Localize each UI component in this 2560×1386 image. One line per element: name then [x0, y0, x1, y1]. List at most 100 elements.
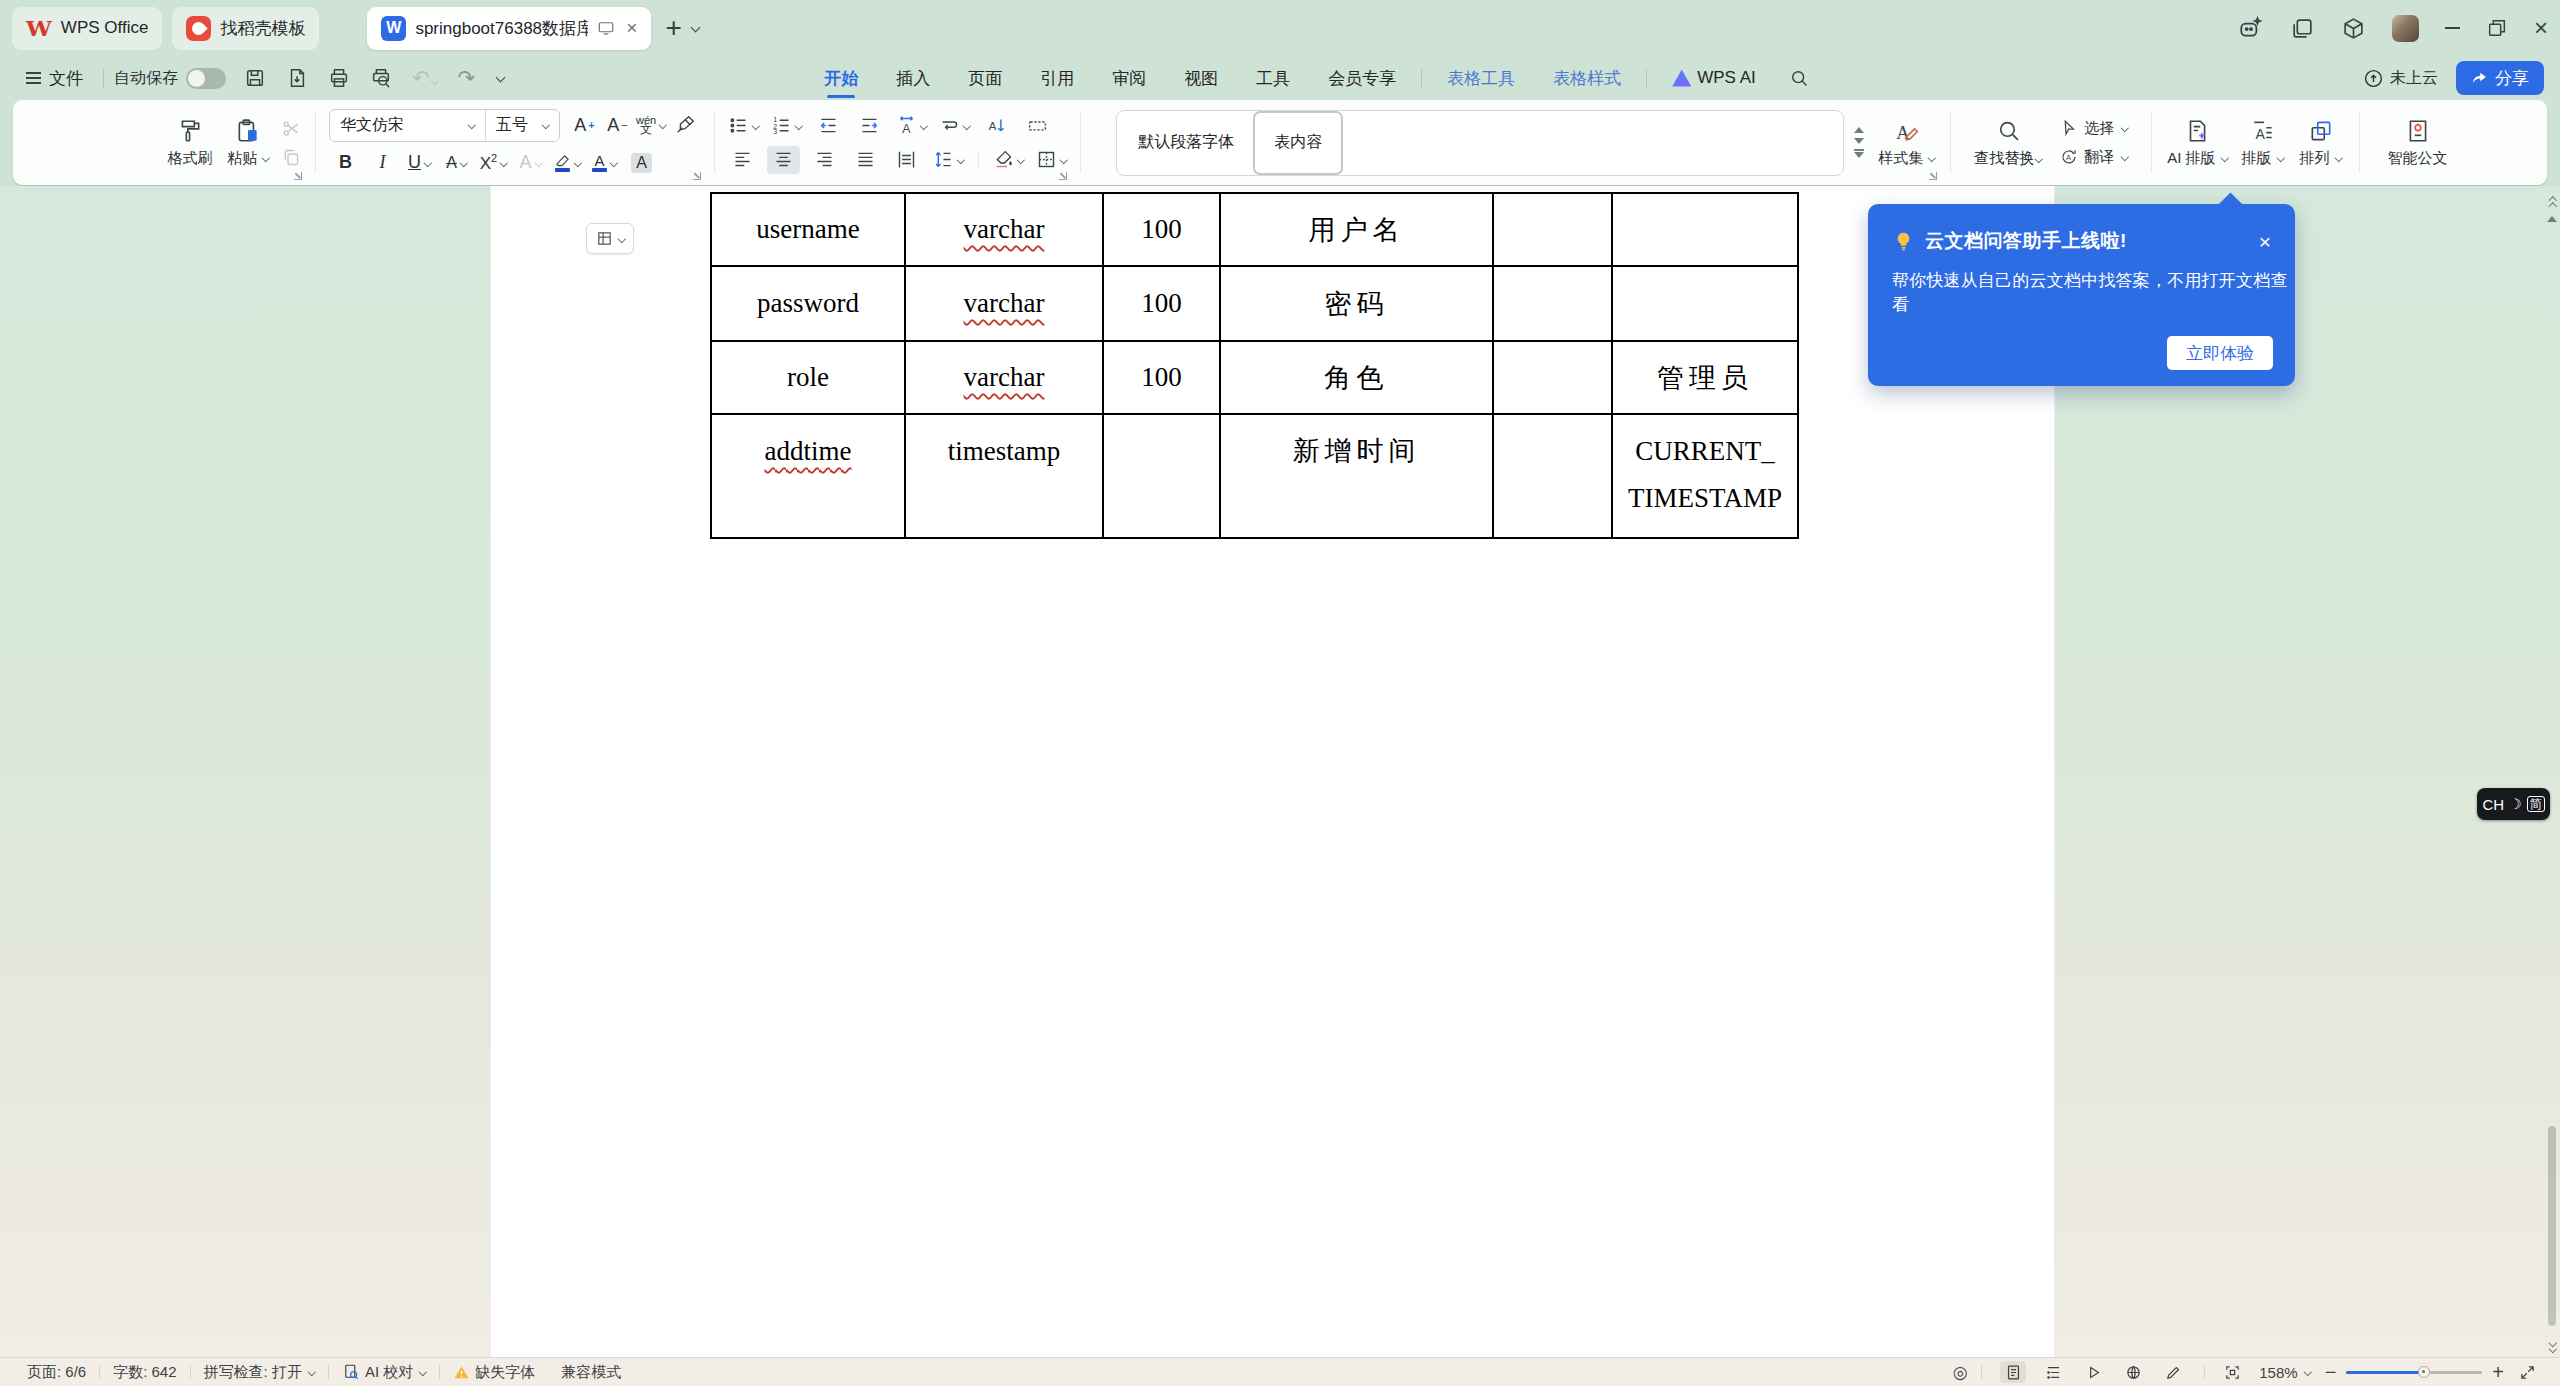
- file-menu-button[interactable]: 文件: [16, 67, 93, 90]
- decrease-indent-button[interactable]: [812, 112, 845, 140]
- ai-proofread[interactable]: AI 校对: [329, 1363, 439, 1382]
- shading-button[interactable]: [991, 146, 1026, 174]
- compat-mode[interactable]: 兼容模式: [548, 1363, 634, 1382]
- align-center-button[interactable]: [767, 146, 800, 174]
- table-cell[interactable]: timestamp: [905, 414, 1103, 538]
- export-pdf-button[interactable]: [286, 67, 308, 89]
- table-cell[interactable]: 100: [1103, 266, 1220, 341]
- cut-icon[interactable]: [281, 118, 302, 139]
- redo-button[interactable]: ↷: [458, 68, 476, 89]
- highlight-color-button[interactable]: [551, 149, 584, 177]
- print-preview-button[interactable]: [370, 67, 392, 89]
- workspace-cube-icon[interactable]: [2341, 16, 2366, 41]
- scrollbar-thumb[interactable]: [2548, 1126, 2556, 1326]
- numbered-list-button[interactable]: 123: [769, 112, 804, 140]
- font-color-button[interactable]: A: [588, 149, 621, 177]
- gallery-more-icon[interactable]: [1854, 149, 1864, 158]
- tab-tools[interactable]: 工具: [1237, 56, 1309, 100]
- tab-member[interactable]: 会员专享: [1309, 56, 1415, 100]
- page-view-button[interactable]: [2000, 1361, 2026, 1383]
- popup-cta-button[interactable]: 立即体验: [2167, 336, 2273, 370]
- select-button[interactable]: 选择: [2060, 119, 2128, 138]
- vertical-scrollbar[interactable]: [2544, 186, 2560, 1357]
- table-cell[interactable]: [1103, 414, 1220, 538]
- tab-table-style[interactable]: 表格样式: [1534, 56, 1640, 100]
- avatar[interactable]: [2392, 15, 2419, 42]
- outline-view-button[interactable]: [2040, 1361, 2066, 1383]
- tab-wps-home[interactable]: W WPS Office: [12, 7, 162, 50]
- table-cell[interactable]: 用户名: [1220, 193, 1493, 266]
- strikethrough-button[interactable]: A: [440, 149, 473, 177]
- tab-home[interactable]: 开始: [805, 56, 877, 100]
- ime-indicator[interactable]: CH ☽ 简: [2477, 788, 2550, 820]
- align-left-button[interactable]: [726, 146, 759, 174]
- character-shading-button[interactable]: A: [625, 149, 658, 177]
- tab-docer[interactable]: 找稻壳模板: [172, 7, 319, 50]
- bullet-list-button[interactable]: [726, 112, 761, 140]
- table-cell[interactable]: 100: [1103, 193, 1220, 266]
- zoom-level[interactable]: 158%: [2255, 1364, 2314, 1381]
- windows-stack-icon[interactable]: [2290, 16, 2315, 41]
- print-button[interactable]: [328, 67, 350, 89]
- undo-button[interactable]: ↶: [412, 68, 438, 89]
- tab-document[interactable]: W springboot76388数据库文 ×: [367, 7, 651, 50]
- table-cell[interactable]: password: [711, 266, 905, 341]
- web-view-button[interactable]: [2120, 1361, 2146, 1383]
- table-cell[interactable]: varchar: [905, 266, 1103, 341]
- dialog-launcher-icon[interactable]: [1929, 172, 1937, 180]
- arrange-button[interactable]: 排列: [2292, 118, 2350, 168]
- fit-page-button[interactable]: [2219, 1361, 2245, 1383]
- wrap-settings-button[interactable]: [937, 112, 972, 140]
- zoom-slider-knob[interactable]: [2418, 1366, 2430, 1378]
- scroll-next-page-icon[interactable]: [2548, 1339, 2556, 1351]
- share-button[interactable]: 分享: [2456, 61, 2544, 95]
- tab-view[interactable]: 视图: [1165, 56, 1237, 100]
- table-cell[interactable]: varchar: [905, 193, 1103, 266]
- format-painter-button[interactable]: 格式刷: [161, 118, 219, 168]
- ai-typeset-button[interactable]: AI 排版: [2161, 118, 2233, 168]
- table-quick-button[interactable]: [586, 223, 634, 254]
- table-cell[interactable]: 密码: [1220, 266, 1493, 341]
- missing-font-warning[interactable]: 缺失字体: [440, 1363, 548, 1382]
- distribute-button[interactable]: [890, 146, 923, 174]
- new-tab-button[interactable]: +: [665, 12, 681, 44]
- table-cell[interactable]: [1612, 193, 1798, 266]
- tab-wps-ai[interactable]: WPS AI: [1653, 56, 1775, 100]
- tab-table-tools[interactable]: 表格工具: [1428, 56, 1534, 100]
- tab-list-chevron-icon[interactable]: [690, 23, 700, 33]
- increase-indent-button[interactable]: [853, 112, 886, 140]
- tab-close-icon[interactable]: ×: [626, 17, 637, 39]
- autosave-toggle[interactable]: [186, 68, 226, 89]
- style-table-content[interactable]: 表内容: [1253, 111, 1343, 175]
- play-view-button[interactable]: [2080, 1361, 2106, 1383]
- table-cell[interactable]: [1493, 266, 1612, 341]
- font-name-select[interactable]: 华文仿宋: [330, 110, 485, 141]
- tab-reference[interactable]: 引用: [1021, 56, 1093, 100]
- table-cell[interactable]: [1493, 414, 1612, 538]
- dialog-launcher-icon[interactable]: [693, 172, 701, 180]
- smart-doc-button[interactable]: 智能公文: [2375, 118, 2461, 168]
- gallery-scroll-down-icon[interactable]: [1854, 138, 1864, 144]
- dialog-launcher-icon[interactable]: [1059, 172, 1067, 180]
- table-cell[interactable]: username: [711, 193, 905, 266]
- eye-protect-button[interactable]: ◎: [1947, 1361, 1973, 1383]
- ai-assistant-icon[interactable]: [2238, 15, 2264, 41]
- translate-button[interactable]: A翻译: [2060, 148, 2128, 167]
- justify-button[interactable]: [849, 146, 882, 174]
- font-size-select[interactable]: 五号: [485, 110, 559, 141]
- increase-font-button[interactable]: A+: [568, 111, 601, 139]
- dialog-launcher-icon[interactable]: [294, 172, 302, 180]
- tab-insert[interactable]: 插入: [877, 56, 949, 100]
- more-quick-actions-chevron-icon[interactable]: [495, 73, 505, 83]
- autosave-control[interactable]: 自动保存: [114, 68, 226, 89]
- gallery-scroll-up-icon[interactable]: [1854, 127, 1864, 133]
- table-cell[interactable]: role: [711, 341, 905, 414]
- table-cell[interactable]: [1612, 266, 1798, 341]
- close-window-button[interactable]: ×: [2534, 16, 2548, 40]
- table-cell[interactable]: varchar: [905, 341, 1103, 414]
- phonetic-guide-button[interactable]: wén文: [634, 111, 668, 139]
- sort-button[interactable]: A: [980, 112, 1013, 140]
- character-scale-button[interactable]: A: [894, 112, 929, 140]
- scroll-prev-page-icon[interactable]: [2548, 194, 2556, 206]
- style-set-button[interactable]: A 样式集: [1872, 118, 1941, 168]
